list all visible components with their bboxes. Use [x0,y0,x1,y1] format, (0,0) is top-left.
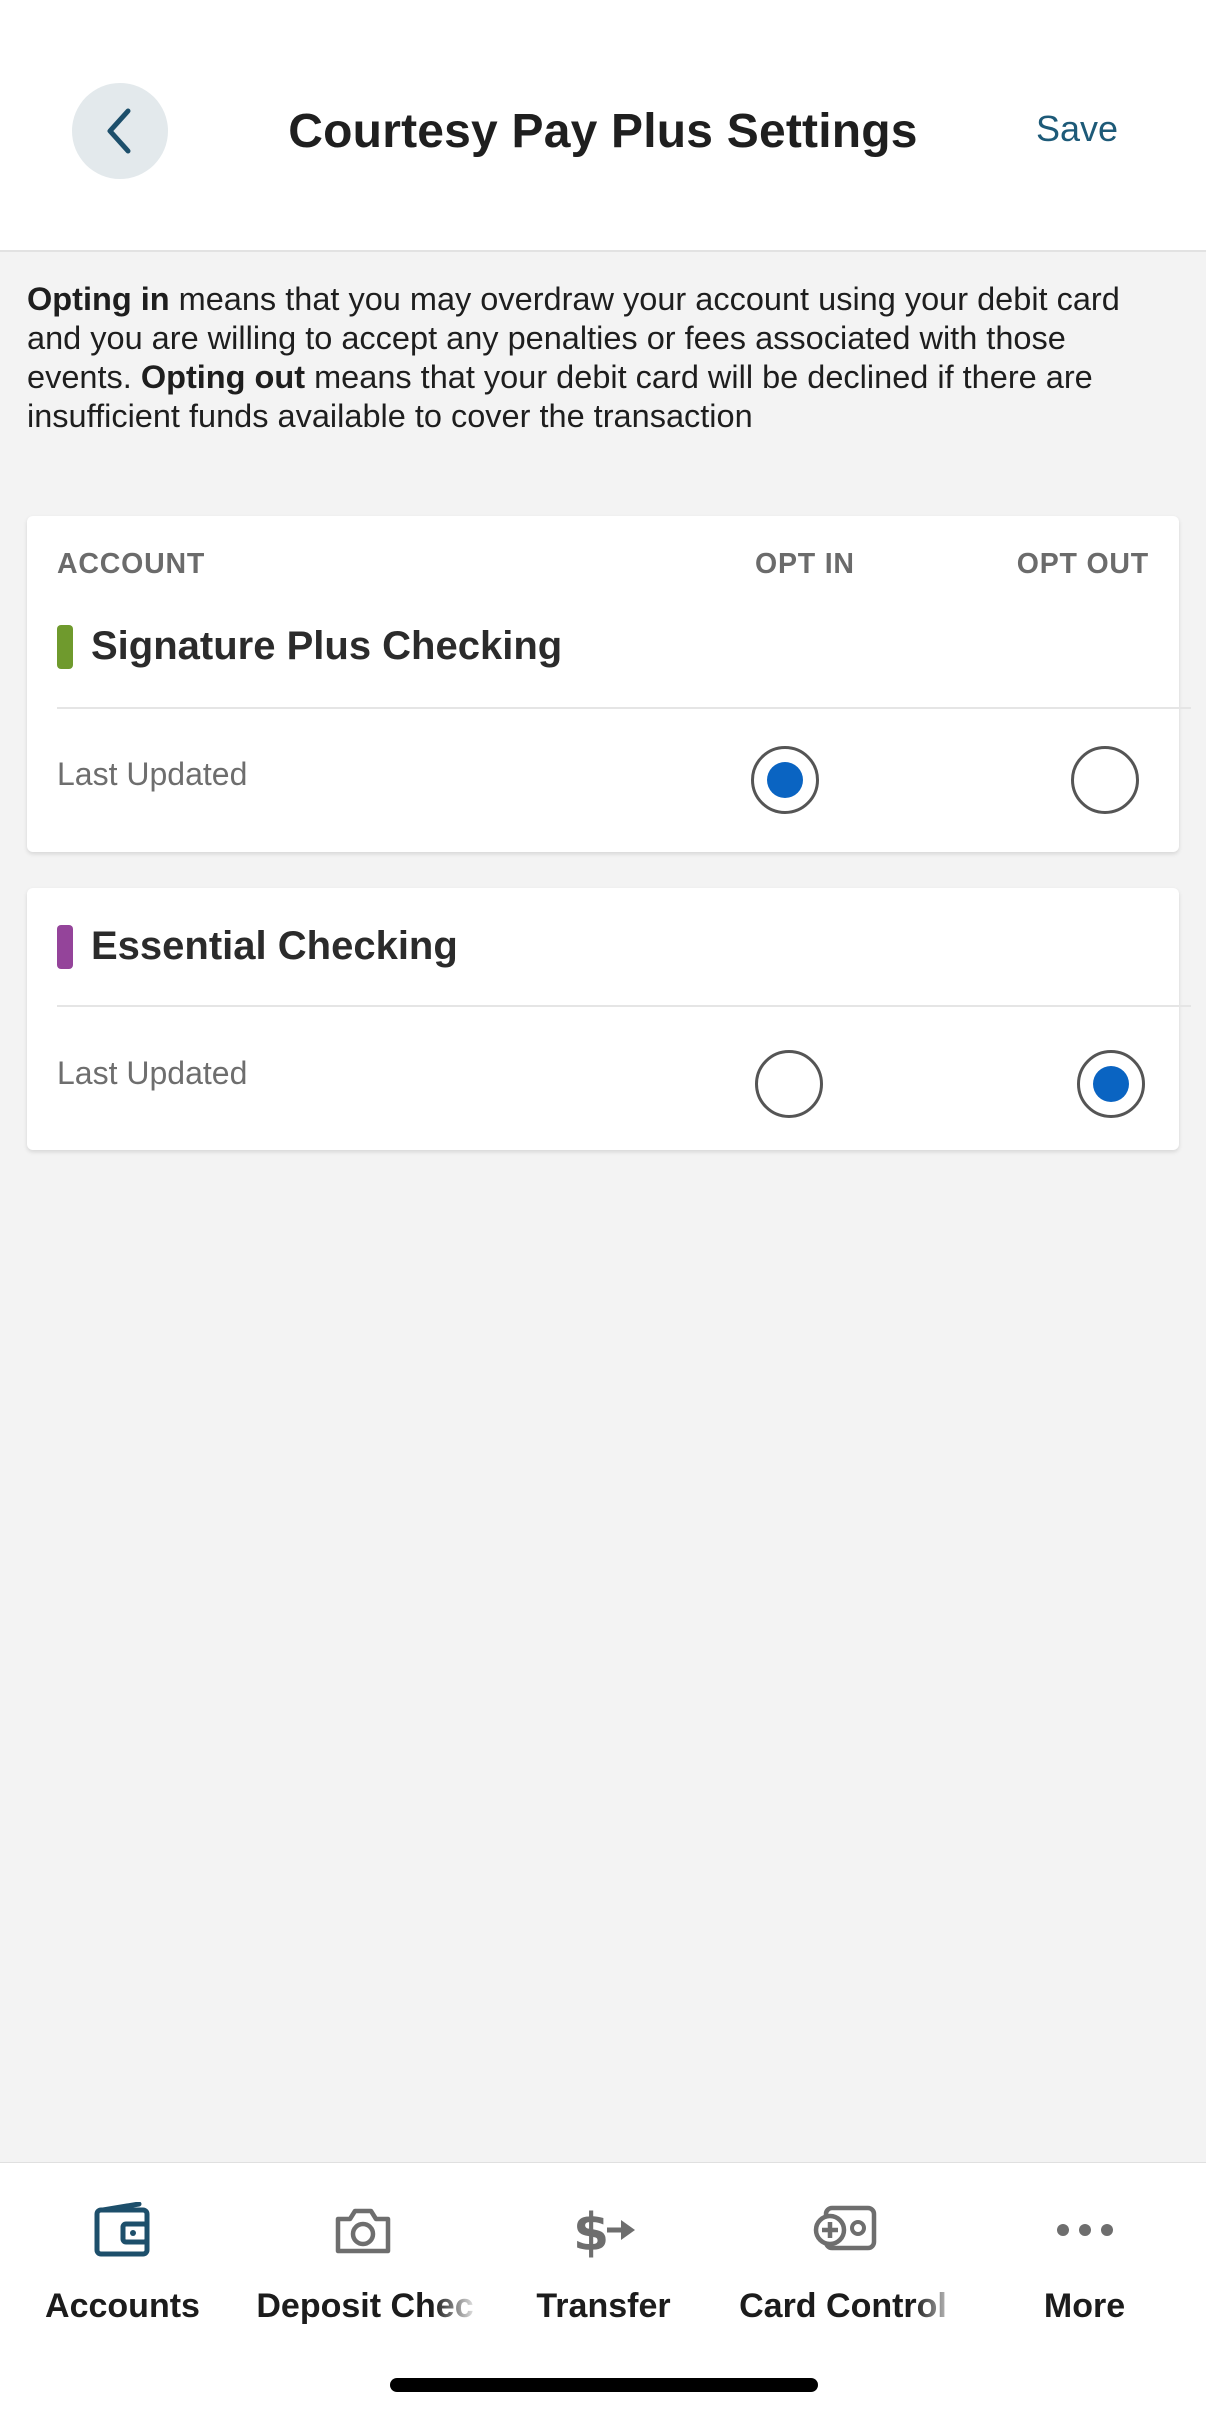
account-name: Essential Checking [91,924,458,968]
camera-icon [242,2197,483,2263]
dollar-arrow-icon: $ [483,2197,724,2263]
account-card: Essential Checking Last Updated [27,888,1191,1150]
column-header-account: ACCOUNT [57,548,206,580]
account-row: Signature Plus Checking [57,624,562,669]
last-updated-label: Last Updated [57,756,248,792]
column-header-opt-out: OPT OUT [1016,548,1149,580]
account-row: Essential Checking [57,924,458,969]
account-color-bar [57,924,73,969]
divider [57,707,1191,709]
opting-out-label: Opting out [140,359,306,395]
opt-in-radio[interactable] [755,1050,823,1118]
wallet-icon [2,2197,243,2263]
account-card: ACCOUNT OPT IN OPT OUT Signature Plus Ch… [27,516,1191,852]
account-name: Signature Plus Checking [91,624,563,668]
radio-selected-dot [767,762,803,798]
last-updated-label: Last Updated [57,1055,248,1091]
tab-transfer[interactable]: $ Transfer [483,2197,724,2326]
tab-more[interactable]: More [964,2197,1205,2326]
header: Courtesy Pay Plus Settings Save [0,0,1206,252]
more-dots-icon [964,2197,1205,2263]
tab-label: Transfer [536,2287,671,2325]
home-indicator [390,2378,818,2392]
divider [57,1005,1191,1007]
opt-in-radio[interactable] [751,746,819,814]
svg-text:$: $ [573,2203,609,2260]
tab-deposit-check[interactable]: Deposit Chec [242,2197,483,2326]
save-button[interactable]: Save [1036,108,1118,150]
tab-accounts[interactable]: Accounts [2,2197,243,2326]
opting-in-label: Opting in [27,281,170,317]
account-color-bar [57,624,73,669]
tab-label: Deposit Chec [256,2287,474,2325]
opt-out-radio[interactable] [1077,1050,1145,1118]
tab-card-controls[interactable]: Card Control [724,2197,965,2326]
tab-label: Accounts [45,2287,200,2325]
intro-text: Opting in means that you may overdraw yo… [27,280,1177,436]
column-header-opt-in: OPT IN [755,548,855,580]
radio-selected-dot [1093,1066,1129,1102]
tab-label: More [1043,2287,1126,2325]
tab-label: Card Control [739,2287,947,2325]
card-plus-icon [724,2197,965,2263]
opt-out-radio[interactable] [1071,746,1139,814]
page-title: Courtesy Pay Plus Settings [288,105,918,158]
